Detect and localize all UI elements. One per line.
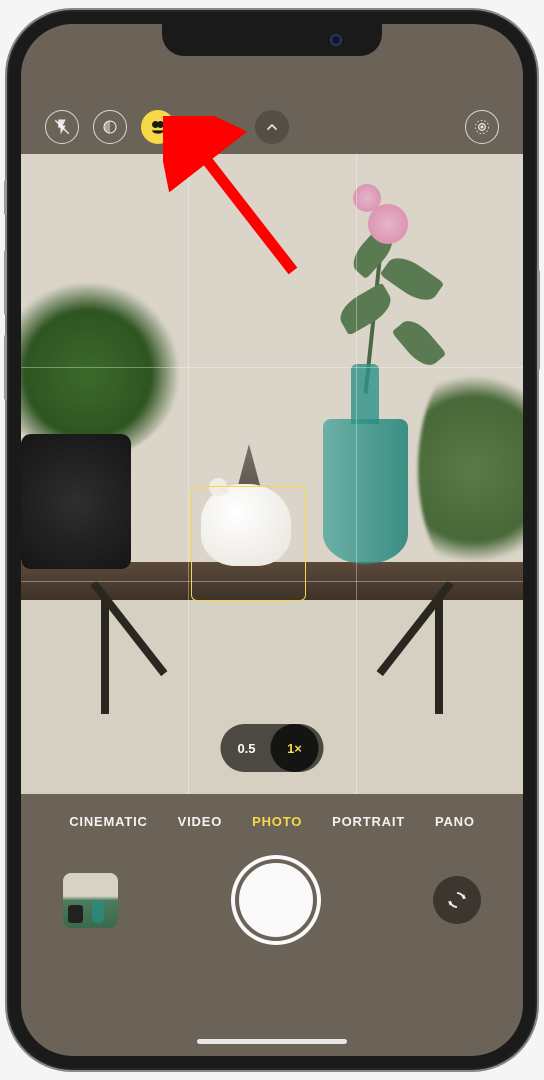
scene-plant-left — [21, 269, 173, 569]
iphone-device-frame: 0.5 1× CINEMATIC VIDEO PHOTO PORTRAIT PA… — [7, 10, 537, 1070]
chevron-up-icon — [264, 119, 280, 135]
scene-vase — [323, 359, 408, 564]
mode-photo[interactable]: PHOTO — [252, 814, 302, 829]
photographic-styles-button[interactable] — [141, 110, 175, 144]
composition-grid-line — [356, 154, 357, 794]
shelf-bracket — [73, 599, 133, 714]
zoom-1x-button[interactable]: 1× — [271, 724, 319, 772]
power-button — [537, 270, 540, 370]
composition-grid-line — [188, 154, 189, 794]
photographic-styles-icon — [148, 117, 168, 137]
home-indicator[interactable] — [197, 1039, 347, 1044]
front-camera-lens — [330, 34, 342, 46]
camera-bottom-controls: CINEMATIC VIDEO PHOTO PORTRAIT PANO — [21, 794, 523, 1054]
mode-pano[interactable]: PANO — [435, 814, 475, 829]
shutter-button[interactable] — [235, 859, 317, 941]
zoom-control: 0.5 1× — [221, 724, 324, 772]
live-photo-button[interactable] — [465, 110, 499, 144]
camera-viewfinder[interactable]: 0.5 1× — [21, 154, 523, 794]
capture-mode-selector[interactable]: CINEMATIC VIDEO PHOTO PORTRAIT PANO — [21, 794, 523, 829]
camera-flip-icon — [445, 888, 469, 912]
live-photo-icon — [472, 117, 492, 137]
expand-controls-button[interactable] — [255, 110, 289, 144]
device-notch — [162, 24, 382, 56]
shelf-bracket — [411, 599, 471, 714]
last-photo-thumbnail[interactable] — [63, 873, 118, 928]
mode-video[interactable]: VIDEO — [178, 814, 222, 829]
volume-down-button — [4, 335, 7, 400]
mute-switch — [4, 180, 7, 215]
mode-cinematic[interactable]: CINEMATIC — [69, 814, 147, 829]
composition-grid-line — [21, 367, 523, 368]
night-mode-icon — [101, 118, 119, 136]
flash-off-icon — [53, 118, 71, 136]
volume-up-button — [4, 250, 7, 315]
zoom-wide-button[interactable]: 0.5 — [226, 729, 268, 767]
mode-portrait[interactable]: PORTRAIT — [332, 814, 405, 829]
camera-app-screen: 0.5 1× CINEMATIC VIDEO PHOTO PORTRAIT PA… — [21, 24, 523, 1056]
flip-camera-button[interactable] — [433, 876, 481, 924]
night-mode-button[interactable] — [93, 110, 127, 144]
focus-indicator-box — [191, 486, 306, 601]
flash-toggle-button[interactable] — [45, 110, 79, 144]
